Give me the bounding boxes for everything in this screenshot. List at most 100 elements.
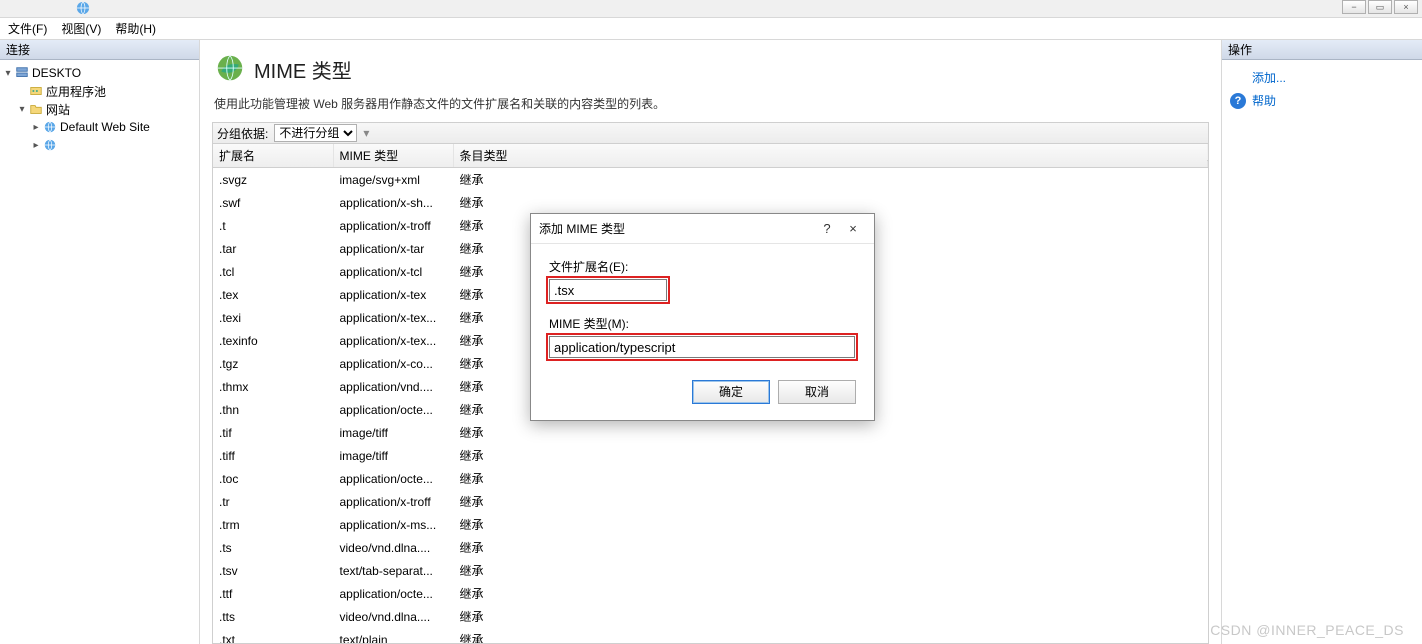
cell-ext: .tiff — [213, 444, 333, 467]
title-bar: − ▭ × — [0, 0, 1422, 18]
table-row[interactable]: .tifimage/tiff继承 — [213, 421, 1208, 444]
connections-pane: 连接 ▾ DESKTO 应用程序池 ▾ 网站 ▸ Default Web Sit… — [0, 40, 200, 644]
cell-entry: 继承 — [453, 513, 1208, 536]
group-by-label: 分组依据: — [217, 125, 268, 142]
cell-ext: .ts — [213, 536, 333, 559]
page-title: MIME 类型 — [254, 55, 352, 84]
cell-mime: text/tab-separat... — [333, 559, 453, 582]
cell-mime: application/x-tcl — [333, 260, 453, 283]
menu-view[interactable]: 视图(V) — [61, 18, 101, 39]
tree-node-default-site[interactable]: ▸ Default Web Site — [2, 118, 197, 136]
table-row[interactable]: .tocapplication/octe...继承 — [213, 467, 1208, 490]
cell-ext: .thn — [213, 398, 333, 421]
cell-mime: application/x-tex... — [333, 329, 453, 352]
table-row[interactable]: .trapplication/x-troff继承 — [213, 490, 1208, 513]
cell-entry: 继承 — [453, 490, 1208, 513]
table-row[interactable]: .ttfapplication/octe...继承 — [213, 582, 1208, 605]
mime-input[interactable] — [549, 336, 855, 358]
server-icon — [14, 65, 30, 81]
connections-tree: ▾ DESKTO 应用程序池 ▾ 网站 ▸ Default Web Site ▸ — [0, 60, 199, 158]
tree-node-desktop[interactable]: ▾ DESKTO — [2, 64, 197, 82]
dialog-close-button[interactable]: × — [840, 221, 866, 236]
cell-entry: 继承 — [453, 628, 1208, 644]
cell-ext: .svgz — [213, 168, 333, 192]
cell-entry: 继承 — [453, 467, 1208, 490]
col-entry-type[interactable]: 条目类型 — [453, 144, 1208, 168]
help-icon: ? — [1230, 93, 1246, 109]
cell-entry: 继承 — [453, 191, 1208, 214]
page-description: 使用此功能管理被 Web 服务器用作静态文件的文件扩展名和关联的内容类型的列表。 — [214, 95, 1209, 112]
cell-ext: .toc — [213, 467, 333, 490]
dialog-titlebar[interactable]: 添加 MIME 类型 ? × — [531, 214, 874, 244]
tree-node-sites[interactable]: ▾ 网站 — [2, 100, 197, 118]
globe-icon — [42, 119, 58, 135]
cell-ext: .txt — [213, 628, 333, 644]
cell-mime: application/x-tar — [333, 237, 453, 260]
actions-header: 操作 — [1222, 40, 1422, 60]
cell-mime: application/x-ms... — [333, 513, 453, 536]
cell-ext: .trm — [213, 513, 333, 536]
folder-icon — [28, 101, 44, 117]
action-add[interactable]: 添加... — [1226, 66, 1418, 89]
dialog-help-button[interactable]: ? — [814, 221, 840, 236]
menu-help[interactable]: 帮助(H) — [115, 18, 156, 39]
ext-label: 文件扩展名(E): — [549, 258, 856, 275]
table-row[interactable]: .swfapplication/x-sh...继承 — [213, 191, 1208, 214]
window-restore-button[interactable]: ▭ — [1368, 0, 1392, 14]
table-row[interactable]: .svgzimage/svg+xml继承 — [213, 168, 1208, 192]
cell-mime: application/x-co... — [333, 352, 453, 375]
actions-pane: 操作 添加... ?帮助 — [1222, 40, 1422, 644]
tree-label: 网站 — [46, 101, 70, 118]
table-row[interactable]: .tiffimage/tiff继承 — [213, 444, 1208, 467]
menu-bar: 文件(F) 视图(V) 帮助(H) — [0, 18, 1422, 40]
menu-file[interactable]: 文件(F) — [8, 18, 47, 39]
tree-label: Default Web Site — [60, 120, 150, 134]
cell-entry: 继承 — [453, 421, 1208, 444]
col-extension[interactable]: 扩展名 — [213, 144, 333, 168]
cell-ext: .t — [213, 214, 333, 237]
table-row[interactable]: .tsvtext/tab-separat...继承 — [213, 559, 1208, 582]
cell-mime: image/tiff — [333, 444, 453, 467]
cell-entry: 继承 — [453, 582, 1208, 605]
cancel-button[interactable]: 取消 — [778, 380, 856, 404]
cell-mime: application/x-troff — [333, 214, 453, 237]
window-minimize-button[interactable]: − — [1342, 0, 1366, 14]
cell-ext: .tsv — [213, 559, 333, 582]
cell-mime: video/vnd.dlna.... — [333, 536, 453, 559]
cell-mime: application/x-sh... — [333, 191, 453, 214]
group-by-select[interactable]: 不进行分组 — [274, 124, 357, 142]
cell-entry: 继承 — [453, 444, 1208, 467]
cell-mime: text/plain — [333, 628, 453, 644]
ok-button[interactable]: 确定 — [692, 380, 770, 404]
cell-ext: .tex — [213, 283, 333, 306]
cell-ext: .tcl — [213, 260, 333, 283]
cell-mime: image/svg+xml — [333, 168, 453, 192]
expand-icon[interactable]: ▸ — [30, 122, 42, 133]
cell-mime: application/x-troff — [333, 490, 453, 513]
cell-mime: application/vnd.... — [333, 375, 453, 398]
cell-mime: image/tiff — [333, 421, 453, 444]
cell-ext: .tar — [213, 237, 333, 260]
table-row[interactable]: .tsvideo/vnd.dlna....继承 — [213, 536, 1208, 559]
cell-entry: 继承 — [453, 168, 1208, 192]
cell-ext: .swf — [213, 191, 333, 214]
table-row[interactable]: .txttext/plain继承 — [213, 628, 1208, 644]
col-mime-type[interactable]: MIME 类型 — [333, 144, 453, 168]
ext-input[interactable] — [549, 279, 667, 301]
cell-mime: application/x-tex... — [333, 306, 453, 329]
tree-node-site[interactable]: ▸ — [2, 136, 197, 154]
table-row[interactable]: .ttsvideo/vnd.dlna....继承 — [213, 605, 1208, 628]
cell-ext: .tts — [213, 605, 333, 628]
expand-icon[interactable]: ▸ — [30, 140, 42, 151]
cell-ext: .tif — [213, 421, 333, 444]
collapse-icon[interactable]: ▾ — [16, 104, 28, 115]
cell-mime: application/octe... — [333, 398, 453, 421]
dialog-title: 添加 MIME 类型 — [539, 220, 625, 237]
mime-types-icon — [216, 54, 244, 85]
tree-node-app-pool[interactable]: 应用程序池 — [2, 82, 197, 100]
collapse-icon[interactable]: ▾ — [2, 68, 14, 79]
mime-label: MIME 类型(M): — [549, 315, 856, 332]
table-row[interactable]: .trmapplication/x-ms...继承 — [213, 513, 1208, 536]
action-help[interactable]: ?帮助 — [1226, 89, 1418, 112]
window-close-button[interactable]: × — [1394, 0, 1418, 14]
